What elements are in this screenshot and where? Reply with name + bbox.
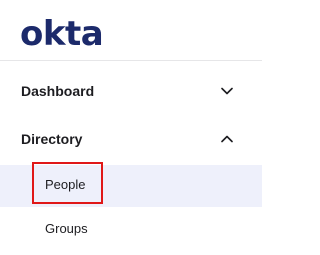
sidebar-item-groups-label: Groups <box>45 221 88 236</box>
divider <box>0 60 262 61</box>
nav-section-dashboard[interactable]: Dashboard <box>0 71 262 111</box>
nav-section-directory[interactable]: Directory <box>0 119 262 159</box>
chevron-up-icon <box>220 132 234 146</box>
nav-section-dashboard-label: Dashboard <box>21 83 95 99</box>
okta-logo[interactable]: okta <box>20 14 104 54</box>
sidebar-item-groups[interactable]: Groups <box>0 209 262 251</box>
sidebar-item-people-label: People <box>45 177 86 192</box>
chevron-down-icon <box>220 84 234 98</box>
nav-section-directory-label: Directory <box>21 131 83 147</box>
sidebar-item-people[interactable]: People <box>0 165 262 207</box>
sidebar: okta Dashboard Directory People Groups <box>0 0 262 255</box>
